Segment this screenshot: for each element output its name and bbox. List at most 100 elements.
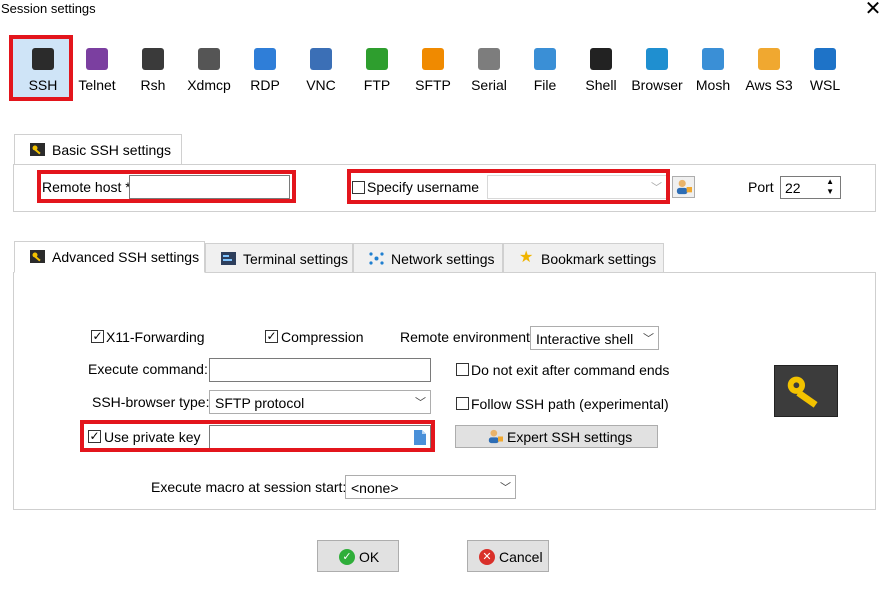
shell-icon: [590, 48, 612, 70]
vnc-icon: [310, 48, 332, 70]
session-type-label: File: [533, 77, 557, 93]
compression-label: Compression: [281, 329, 364, 345]
x11-forwarding-label: X11-Forwarding: [106, 329, 205, 345]
specify-username-label: Specify username: [367, 179, 480, 195]
session-type-browser[interactable]: Browser: [627, 38, 687, 100]
session-type-xdmcp[interactable]: Xdmcp: [179, 38, 239, 100]
session-type-label: Telnet: [78, 77, 116, 93]
x11-forwarding-checkbox[interactable]: ✓: [91, 330, 104, 343]
sftp-icon: [422, 48, 444, 70]
windows-icon: [814, 48, 836, 70]
browser-globe-icon: [646, 48, 668, 70]
remote-host-label: Remote host *: [42, 179, 131, 195]
tab-bookmark-settings[interactable]: ★ Bookmark settings: [503, 243, 664, 273]
compression-checkbox[interactable]: ✓: [265, 330, 278, 343]
ssh-browser-type-value: SFTP protocol: [215, 395, 305, 411]
session-type-wsl[interactable]: WSL: [795, 38, 855, 100]
ftp-icon: [366, 48, 388, 70]
rsh-icon: [142, 48, 164, 70]
close-icon[interactable]: ✕: [862, 0, 884, 20]
session-type-mosh[interactable]: Mosh: [683, 38, 743, 100]
file-browse-icon[interactable]: [414, 430, 426, 445]
telnet-icon: [86, 48, 108, 70]
session-type-serial[interactable]: Serial: [459, 38, 519, 100]
terminal-icon: [221, 252, 236, 265]
session-type-label: Mosh: [695, 77, 731, 93]
tab-network-settings[interactable]: Network settings: [353, 243, 503, 273]
session-type-rdp[interactable]: RDP: [235, 38, 295, 100]
session-type-label: Xdmcp: [187, 77, 231, 93]
tab-terminal-settings[interactable]: Terminal settings: [205, 243, 353, 273]
private-key-input[interactable]: [209, 425, 431, 449]
session-type-vnc[interactable]: VNC: [291, 38, 351, 100]
file-icon: [534, 48, 556, 70]
user-manager-button[interactable]: [672, 176, 695, 198]
follow-ssh-path-label: Follow SSH path (experimental): [471, 396, 669, 412]
session-type-ftp[interactable]: FTP: [347, 38, 407, 100]
session-type-label: WSL: [809, 77, 841, 93]
chevron-down-icon: ﹀: [500, 482, 511, 494]
execute-command-input[interactable]: [209, 358, 431, 382]
port-label: Port: [748, 179, 774, 195]
cancel-x-icon: ✕: [479, 549, 495, 565]
session-type-file[interactable]: File: [515, 38, 575, 100]
use-private-key-checkbox[interactable]: ✓: [88, 430, 101, 443]
execute-macro-value: <none>: [351, 480, 399, 496]
tab-basic-ssh-settings[interactable]: Basic SSH settings: [14, 134, 182, 166]
ssh-key-large-icon: [774, 365, 838, 417]
chevron-down-icon: ﹀: [415, 397, 426, 409]
specify-username-checkbox[interactable]: [352, 181, 365, 194]
user-settings-icon: [488, 429, 503, 444]
remote-environment-select[interactable]: Interactive shell ﹀: [530, 326, 659, 350]
key-icon: [30, 143, 45, 156]
ssh-key-icon: [32, 48, 54, 70]
remote-environment-label: Remote environment:: [400, 329, 534, 345]
session-type-label: VNC: [306, 77, 336, 93]
stepper-up-icon[interactable]: ▲: [826, 177, 834, 186]
session-type-ssh[interactable]: SSH: [13, 38, 73, 100]
port-value: 22: [785, 180, 801, 196]
window-title: Session settings: [1, 1, 96, 16]
tab-basic-ssh-settings-label: Basic SSH settings: [52, 142, 172, 158]
ssh-browser-type-label: SSH-browser type:: [92, 394, 210, 410]
expert-ssh-settings-button[interactable]: Expert SSH settings: [455, 425, 658, 448]
ok-label: OK: [359, 549, 380, 565]
ssh-browser-type-select[interactable]: SFTP protocol ﹀: [209, 390, 431, 414]
ok-button[interactable]: ✓ OK: [317, 540, 399, 572]
session-type-label: Rsh: [140, 77, 166, 93]
cancel-label: Cancel: [499, 549, 543, 565]
session-type-label: Browser: [631, 77, 683, 93]
do-not-exit-label: Do not exit after command ends: [471, 362, 670, 378]
tab-terminal-settings-label: Terminal settings: [243, 251, 349, 267]
session-type-label: FTP: [363, 77, 391, 93]
chevron-down-icon: ﹀: [651, 182, 662, 194]
session-type-shell[interactable]: Shell: [571, 38, 631, 100]
execute-macro-select[interactable]: <none> ﹀: [345, 475, 516, 499]
tab-advanced-ssh-settings[interactable]: Advanced SSH settings: [14, 241, 205, 273]
execute-macro-label: Execute macro at session start:: [151, 479, 347, 495]
cancel-button[interactable]: ✕ Cancel: [467, 540, 549, 572]
session-type-telnet[interactable]: Telnet: [67, 38, 127, 100]
aws-s3-icon: [758, 48, 780, 70]
session-type-rsh[interactable]: Rsh: [123, 38, 183, 100]
compression-check-mark: ✓: [266, 329, 277, 343]
stepper-down-icon[interactable]: ▼: [826, 187, 834, 196]
do-not-exit-checkbox[interactable]: [456, 363, 469, 376]
mosh-icon: [702, 48, 724, 70]
session-type-label: SFTP: [415, 77, 451, 93]
follow-ssh-path-checkbox[interactable]: [456, 397, 469, 410]
session-type-label: Aws S3: [745, 77, 793, 93]
use-private-key-check-mark: ✓: [89, 429, 100, 443]
session-type-aws-s3[interactable]: Aws S3: [739, 38, 799, 100]
star-icon: ★: [519, 249, 534, 266]
execute-command-label: Execute command:: [88, 361, 208, 377]
username-combo[interactable]: ﹀: [487, 175, 667, 199]
remote-host-input[interactable]: [129, 175, 290, 199]
tab-bookmark-settings-label: Bookmark settings: [541, 251, 657, 267]
session-type-sftp[interactable]: SFTP: [403, 38, 463, 100]
tab-advanced-ssh-settings-label: Advanced SSH settings: [52, 249, 200, 265]
expert-ssh-settings-label: Expert SSH settings: [507, 429, 633, 445]
session-type-label: RDP: [250, 77, 280, 93]
session-type-label: Serial: [471, 77, 507, 93]
port-stepper[interactable]: 22 ▲ ▼: [780, 176, 841, 199]
